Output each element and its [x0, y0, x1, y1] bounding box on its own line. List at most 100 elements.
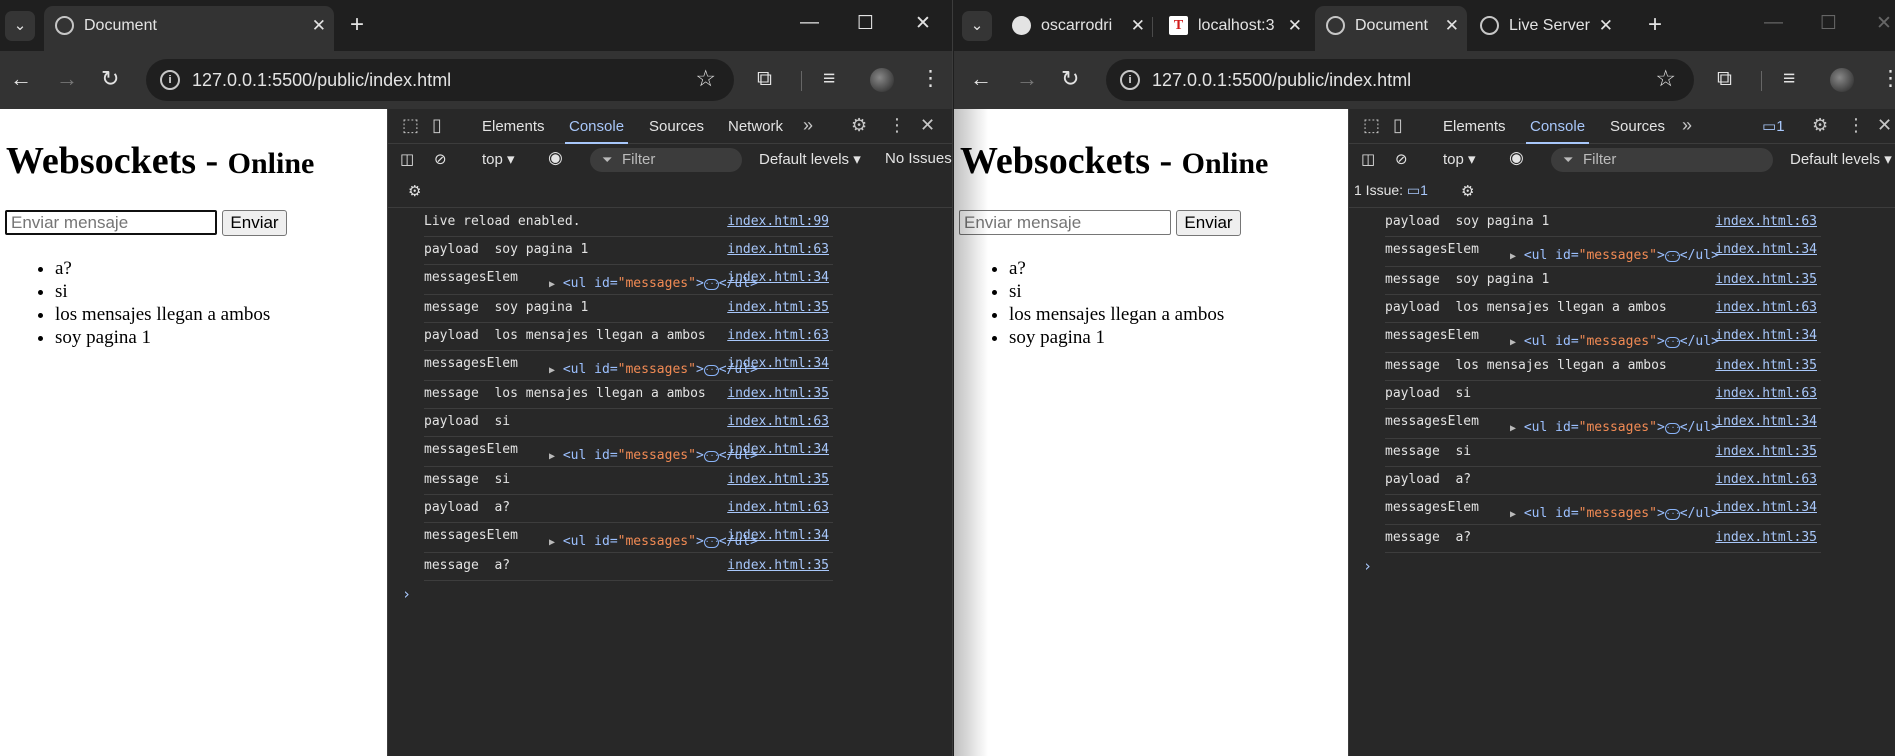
minimize-icon[interactable]: —: [800, 12, 819, 34]
expand-triangle-icon[interactable]: ▶: [549, 279, 555, 290]
media-control-icon[interactable]: ≡: [1783, 66, 1795, 92]
message-input[interactable]: [5, 210, 217, 235]
source-link[interactable]: index.html:35: [1715, 530, 1817, 545]
tab-live-server[interactable]: Live Server ✕: [1469, 6, 1621, 51]
sidebar-toggle-icon[interactable]: ◫: [1361, 150, 1375, 168]
kebab-menu-icon[interactable]: ⋮: [888, 115, 906, 136]
source-link[interactable]: index.html:63: [1715, 386, 1817, 401]
plus-icon[interactable]: +: [1648, 10, 1662, 40]
arrow-right-icon[interactable]: →: [56, 66, 78, 92]
address-bar[interactable]: i 127.0.0.1:5500/public/index.html ☆: [146, 59, 734, 101]
ellipsis-icon[interactable]: ···: [703, 537, 719, 548]
expand-triangle-icon[interactable]: ▶: [549, 451, 555, 462]
close-window-icon[interactable]: ✕: [1876, 12, 1892, 35]
arrow-right-icon[interactable]: →: [1016, 66, 1038, 92]
source-link[interactable]: index.html:63: [727, 414, 829, 429]
send-button[interactable]: Enviar: [222, 210, 287, 236]
minimize-icon[interactable]: —: [1764, 12, 1783, 34]
close-icon[interactable]: ✕: [1288, 6, 1302, 45]
close-icon[interactable]: ✕: [1131, 6, 1145, 45]
filter-input[interactable]: ⏷ Filter: [590, 148, 742, 172]
tab-sources[interactable]: Sources: [1610, 118, 1665, 135]
source-link[interactable]: index.html:35: [1715, 272, 1817, 287]
tab-localhost[interactable]: T localhost:3 ✕: [1158, 6, 1310, 51]
source-link[interactable]: index.html:99: [727, 214, 829, 229]
source-link[interactable]: index.html:35: [727, 558, 829, 573]
more-tabs-icon[interactable]: »: [1682, 115, 1692, 136]
tab-elements[interactable]: Elements: [1443, 118, 1506, 135]
clear-console-icon[interactable]: ⊘: [434, 150, 447, 168]
tab-console[interactable]: Console: [1525, 118, 1590, 144]
issues-badge[interactable]: ▭1: [1762, 117, 1785, 135]
source-link[interactable]: index.html:63: [1715, 214, 1817, 229]
close-icon[interactable]: ✕: [312, 6, 326, 45]
source-link[interactable]: index.html:63: [1715, 472, 1817, 487]
inspect-element-icon[interactable]: ⬚: [1363, 115, 1380, 136]
expand-triangle-icon[interactable]: ▶: [1510, 509, 1516, 520]
log-levels-dropdown[interactable]: Default levels ▾: [759, 150, 861, 168]
gear-icon[interactable]: ⚙: [408, 182, 421, 200]
ellipsis-icon[interactable]: ···: [1664, 251, 1680, 262]
source-link[interactable]: index.html:34: [1715, 242, 1817, 257]
info-icon[interactable]: i: [160, 70, 180, 90]
arrow-left-icon[interactable]: ←: [10, 66, 32, 92]
source-link[interactable]: index.html:34: [1715, 414, 1817, 429]
close-window-icon[interactable]: ✕: [915, 12, 931, 35]
tab-network[interactable]: Network: [728, 118, 783, 135]
kebab-menu-icon[interactable]: ⋮: [1847, 115, 1865, 136]
maximize-icon[interactable]: ☐: [857, 12, 874, 35]
ellipsis-icon[interactable]: ···: [1664, 509, 1680, 520]
source-link[interactable]: index.html:34: [1715, 500, 1817, 515]
close-icon[interactable]: ✕: [1877, 115, 1892, 136]
avatar[interactable]: [1830, 68, 1854, 92]
expand-triangle-icon[interactable]: ▶: [549, 365, 555, 376]
dom-node-preview[interactable]: ▶ <ul id="messages">···</ul>: [1510, 248, 1719, 263]
message-input[interactable]: [959, 210, 1171, 235]
device-toolbar-icon[interactable]: ▯: [1393, 115, 1403, 136]
dom-node-preview[interactable]: ▶ <ul id="messages">···</ul>: [1510, 334, 1719, 349]
tab-document[interactable]: Document ✕: [44, 6, 334, 51]
source-link[interactable]: index.html:35: [727, 472, 829, 487]
star-icon[interactable]: ☆: [695, 65, 716, 92]
clear-console-icon[interactable]: ⊘: [1395, 150, 1408, 168]
source-link[interactable]: index.html:35: [727, 300, 829, 315]
source-link[interactable]: index.html:63: [727, 500, 829, 515]
chevron-down-icon[interactable]: ⌄: [962, 11, 992, 41]
gear-icon[interactable]: ⚙: [1812, 115, 1828, 136]
tab-sources[interactable]: Sources: [649, 118, 704, 135]
sidebar-toggle-icon[interactable]: ◫: [400, 150, 414, 168]
source-link[interactable]: index.html:34: [727, 356, 829, 371]
puzzle-icon[interactable]: ⧉: [757, 66, 772, 92]
source-link[interactable]: index.html:63: [727, 328, 829, 343]
source-link[interactable]: index.html:34: [1715, 328, 1817, 343]
close-icon[interactable]: ✕: [1599, 6, 1613, 45]
kebab-menu-icon[interactable]: ⋮: [920, 66, 941, 92]
tab-github[interactable]: oscarrodri ✕: [1001, 6, 1153, 51]
source-link[interactable]: index.html:34: [727, 528, 829, 543]
ellipsis-icon[interactable]: ···: [1664, 337, 1680, 348]
source-link[interactable]: index.html:34: [727, 442, 829, 457]
reload-icon[interactable]: ↻: [1061, 66, 1079, 92]
issues-summary[interactable]: 1 Issue: ▭1: [1354, 182, 1428, 199]
kebab-menu-icon[interactable]: ⋮: [1880, 66, 1895, 92]
maximize-icon[interactable]: ☐: [1820, 12, 1837, 35]
reload-icon[interactable]: ↻: [101, 66, 119, 92]
address-bar[interactable]: i 127.0.0.1:5500/public/index.html ☆: [1106, 59, 1694, 101]
media-control-icon[interactable]: ≡: [823, 66, 835, 92]
avatar[interactable]: [870, 68, 894, 92]
source-link[interactable]: index.html:35: [1715, 358, 1817, 373]
arrow-left-icon[interactable]: ←: [970, 66, 992, 92]
ellipsis-icon[interactable]: ···: [703, 451, 719, 462]
send-button[interactable]: Enviar: [1176, 210, 1241, 236]
expand-triangle-icon[interactable]: ▶: [1510, 423, 1516, 434]
ellipsis-icon[interactable]: ···: [703, 365, 719, 376]
close-icon[interactable]: ✕: [920, 115, 935, 136]
context-selector[interactable]: top ▾: [1443, 150, 1476, 168]
source-link[interactable]: index.html:35: [727, 386, 829, 401]
inspect-element-icon[interactable]: ⬚: [402, 115, 419, 136]
issues-count[interactable]: No Issues: [885, 150, 952, 167]
dom-node-preview[interactable]: ▶ <ul id="messages">···</ul>: [1510, 506, 1719, 521]
source-link[interactable]: index.html:34: [727, 270, 829, 285]
plus-icon[interactable]: +: [350, 10, 364, 40]
device-toolbar-icon[interactable]: ▯: [432, 115, 442, 136]
